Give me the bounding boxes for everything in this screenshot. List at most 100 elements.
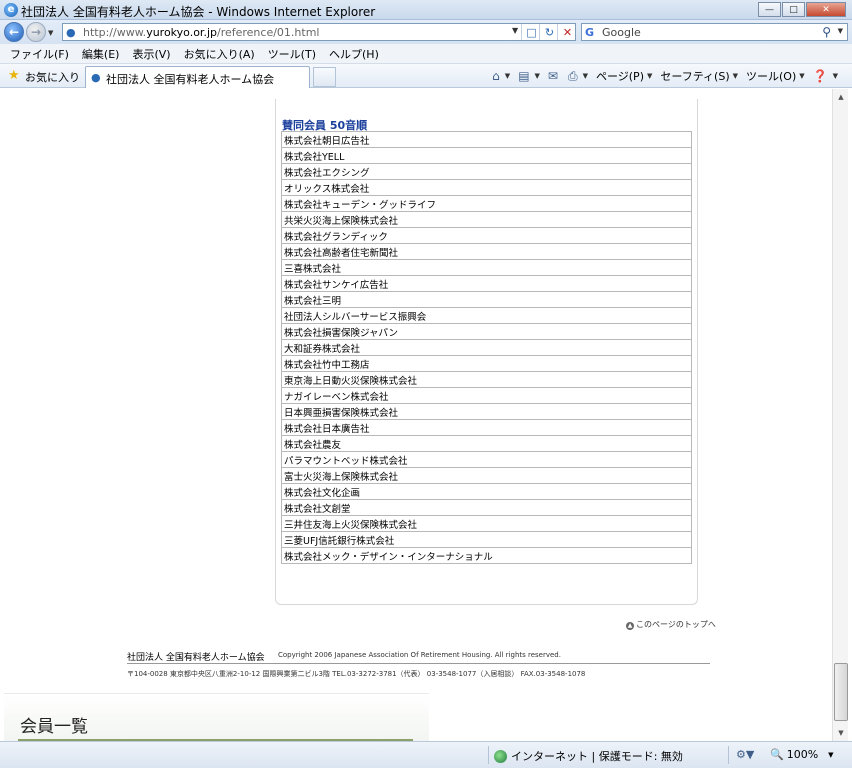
- member-name: 株式会社エクシング: [281, 163, 692, 180]
- back-button[interactable]: ←: [4, 22, 24, 42]
- scroll-down-icon[interactable]: ▼: [833, 725, 849, 741]
- table-row: 株式会社サンケイ広告社: [281, 275, 692, 292]
- table-row: ナガイレーベン株式会社: [281, 387, 692, 404]
- zoom-control[interactable]: 🔍 100% ▼: [770, 748, 834, 761]
- tab-label: 社団法人 全国有料老人ホーム協会: [106, 73, 275, 86]
- table-row: 株式会社グランディック: [281, 227, 692, 244]
- table-row: 株式会社損害保険ジャパン: [281, 323, 692, 340]
- forward-button[interactable]: →: [26, 22, 46, 42]
- member-name: ナガイレーベン株式会社: [281, 387, 692, 404]
- member-name: 共栄火災海上保険株式会社: [281, 211, 692, 228]
- page-top-link[interactable]: ▲ このページのトップへ: [626, 619, 716, 630]
- mail-button[interactable]: ✉: [548, 69, 560, 83]
- status-separator: [728, 746, 729, 764]
- stop-icon[interactable]: ✕: [557, 24, 577, 40]
- member-name: 富士火災海上保険株式会社: [281, 467, 692, 484]
- vertical-scrollbar[interactable]: ▲ ▼: [832, 89, 848, 741]
- mail-icon: ✉: [547, 69, 558, 83]
- scroll-up-icon[interactable]: ▲: [833, 89, 849, 105]
- security-zone[interactable]: インターネット | 保護モード: 無効: [494, 748, 683, 764]
- member-name: 株式会社朝日広告社: [281, 131, 692, 148]
- status-tools-icon[interactable]: ⚙▼: [736, 748, 754, 761]
- maximize-button[interactable]: □: [782, 2, 805, 17]
- member-name: 株式会社グランディック: [281, 227, 692, 244]
- member-name: 株式会社キューデン・グッドライフ: [281, 195, 692, 212]
- table-row: 東京海上日動火災保険株式会社: [281, 371, 692, 388]
- address-bar: ← → ▼ ● http://www.yurokyo.or.jp/referen…: [0, 20, 852, 44]
- table-row: 三喜株式会社: [281, 259, 692, 276]
- table-row: 三菱UFJ信託銀行株式会社: [281, 531, 692, 548]
- feeds-button[interactable]: ▤ ▼: [518, 69, 540, 83]
- member-name: 三井住友海上火災保険株式会社: [281, 515, 692, 532]
- google-icon: G: [585, 26, 595, 39]
- member-name: オリックス株式会社: [281, 179, 692, 196]
- member-list-heading: 会員一覧: [20, 717, 88, 737]
- table-row: 株式会社竹中工務店: [281, 355, 692, 372]
- home-button[interactable]: ⌂ ▼: [492, 69, 510, 83]
- page-icon: ●: [66, 26, 76, 39]
- footer-org-name: 社団法人 全国有料老人ホーム協会: [127, 653, 265, 663]
- close-button[interactable]: ✕: [806, 2, 846, 17]
- search-input[interactable]: G Google ⚲ ▼: [581, 23, 848, 41]
- scrollbar-thumb[interactable]: [834, 663, 848, 721]
- menu-edit[interactable]: 編集(E): [82, 46, 120, 62]
- search-engine-label: Google: [602, 26, 641, 39]
- member-name: 三菱UFJ信託銀行株式会社: [281, 531, 692, 548]
- table-row: 株式会社文創堂: [281, 499, 692, 516]
- member-table: 株式会社朝日広告社 株式会社YELL 株式会社エクシング オリックス株式会社 株式会社キ…: [281, 131, 692, 564]
- browser-tab[interactable]: ● 社団法人 全国有料老人ホーム協会: [85, 66, 310, 88]
- table-row: オリックス株式会社: [281, 179, 692, 196]
- menu-tools[interactable]: ツール(T): [268, 46, 316, 62]
- table-row: 共栄火災海上保険株式会社: [281, 211, 692, 228]
- table-row: 株式会社メック・デザイン・インターナショナル: [281, 547, 692, 564]
- member-name: 東京海上日動火災保険株式会社: [281, 371, 692, 388]
- menu-favorites[interactable]: お気に入り(A): [184, 46, 255, 62]
- menu-bar: ファイル(F) 編集(E) 表示(V) お気に入り(A) ツール(T) ヘルプ(…: [0, 44, 852, 64]
- new-tab-button[interactable]: [313, 67, 336, 87]
- member-name: 株式会社竹中工務店: [281, 355, 692, 372]
- table-row: 三井住友海上火災保険株式会社: [281, 515, 692, 532]
- compatibility-icon[interactable]: □: [521, 24, 541, 40]
- tools-menu[interactable]: ツール(O) ▼: [746, 68, 805, 84]
- member-name: 日本興亜損害保険株式会社: [281, 403, 692, 420]
- menu-file[interactable]: ファイル(F): [10, 46, 69, 62]
- table-row: 株式会社YELL: [281, 147, 692, 164]
- table-row: 株式会社朝日広告社: [281, 131, 692, 148]
- search-icon[interactable]: ⚲: [822, 25, 831, 39]
- url-input[interactable]: ● http://www.yurokyo.or.jp/reference/01.…: [62, 23, 576, 41]
- page-menu[interactable]: ページ(P) ▼: [596, 68, 652, 84]
- status-separator: [488, 746, 489, 764]
- member-name: 三喜株式会社: [281, 259, 692, 276]
- member-name: 大和証券株式会社: [281, 339, 692, 356]
- menu-view[interactable]: 表示(V): [132, 46, 170, 62]
- command-bar: ⌂ ▼ ▤ ▼ ✉ ⎙ ▼ ページ(P) ▼ セーフティ(S) ▼ ツール(O) ▼ ❓ ▼: [484, 68, 838, 84]
- member-list-header: 会員一覧: [4, 693, 429, 741]
- table-row: 株式会社エクシング: [281, 163, 692, 180]
- table-row: 富士火災海上保険株式会社: [281, 467, 692, 484]
- url-dropdown-icon[interactable]: ▼: [512, 26, 518, 35]
- member-name: 株式会社損害保険ジャパン: [281, 323, 692, 340]
- table-row: 株式会社三明: [281, 291, 692, 308]
- table-row: 株式会社文化企画: [281, 483, 692, 500]
- arrow-up-icon: ▲: [626, 622, 634, 630]
- help-button[interactable]: ❓ ▼: [813, 69, 838, 83]
- table-row: 大和証券株式会社: [281, 339, 692, 356]
- favorites-button[interactable]: お気に入り: [25, 69, 80, 85]
- url-text: http://www.yurokyo.or.jp/reference/01.ht…: [83, 26, 320, 39]
- safety-menu[interactable]: セーフティ(S) ▼: [660, 68, 738, 84]
- page-content: 賛同会員 50音順 株式会社朝日広告社 株式会社YELL 株式会社エクシング オリック…: [4, 89, 832, 741]
- member-name: 株式会社農友: [281, 435, 692, 452]
- menu-help[interactable]: ヘルプ(H): [329, 46, 379, 62]
- member-name: 株式会社サンケイ広告社: [281, 275, 692, 292]
- print-button[interactable]: ⎙ ▼: [568, 69, 588, 84]
- footer-address: 〒104-0028 東京都中央区八重洲2-10-12 国際興業第二ビル3階 TE…: [127, 670, 586, 678]
- member-name: 株式会社文化企画: [281, 483, 692, 500]
- refresh-icon[interactable]: ↻: [539, 24, 559, 40]
- member-name: 株式会社文創堂: [281, 499, 692, 516]
- search-dropdown-icon[interactable]: ▼: [838, 27, 843, 35]
- minimize-button[interactable]: —: [758, 2, 781, 17]
- home-icon: ⌂: [492, 69, 500, 83]
- table-row: 日本興亜損害保険株式会社: [281, 403, 692, 420]
- history-dropdown-icon[interactable]: ▼: [48, 29, 53, 37]
- favorites-star-icon[interactable]: ★: [8, 68, 20, 83]
